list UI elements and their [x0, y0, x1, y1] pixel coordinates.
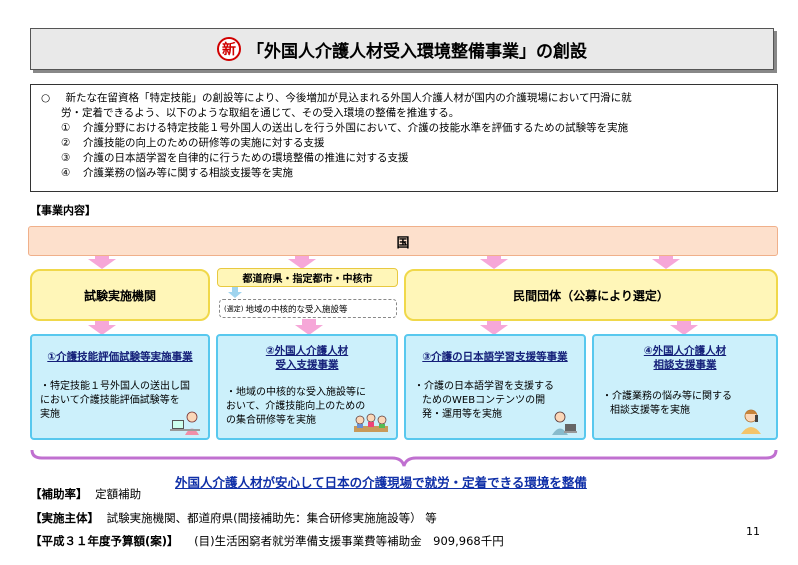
outcome-text: 外国人介護人材が安心して日本の介護現場で就労・定着できる環境を整備 [175, 475, 587, 490]
project-text: ・介護業務の悩み等に関する [602, 391, 732, 402]
page-number: 11 [746, 525, 760, 538]
page-title: 「外国人介護人材受入環境整備事業」の創設 [247, 41, 587, 62]
arrow-down [670, 321, 698, 335]
person-at-computer-icon [170, 408, 200, 436]
budget-row: 【平成３１年度予算額(案)】 (目)生活困窮者就労準備支援事業費等補助金 909… [30, 533, 504, 549]
new-badge: 新 [217, 37, 241, 61]
intro-item: ① 介護分野における特定技能１号外国人の送出しを行う外国において、介護の技能水準を… [61, 122, 629, 134]
intro-item: ④ 介護業務の悩み等に関する相談支援等を実施 [61, 167, 293, 179]
intro-box: ○ 新たな在留資格「特定技能」の創設等により、今後増加が見込まれる外国人介護人材… [30, 84, 778, 192]
subsidy-rate-row: 【補助率】 定額補助 [30, 486, 141, 502]
kuni-box: 国 [28, 226, 778, 256]
arrow-down [88, 256, 116, 269]
project-text: ・介護の日本語学習を支援する [414, 381, 554, 392]
intro-item: ② 介護技能の向上のための研修等の実施に対する支援 [61, 137, 325, 149]
title-box: 新 「外国人介護人材受入環境整備事業」の創設 [30, 28, 774, 70]
actor-label: 【実施主体】 [30, 511, 99, 525]
subsidy-rate-label: 【補助率】 [30, 487, 88, 501]
person-on-phone-icon [736, 406, 766, 434]
project-box-3: ③介護の日本語学習支援等事業 ・介護の日本語学習を支援する ためのWEBコンテン… [404, 334, 586, 440]
intro-bullet: ○ [41, 92, 51, 104]
pref-box: 都道府県・指定都市・中核市 [217, 268, 398, 287]
project-box-4: ④外国人介護人材 相談支援事業 ・介護業務の悩み等に関する 相談支援等を実施 [592, 334, 778, 440]
project-text: ・地域の中核的な受入施設等に [226, 387, 366, 398]
project-text: において介護技能評価試験等を [40, 395, 180, 406]
arrow-down [480, 256, 508, 269]
arrow-down [295, 319, 323, 335]
group-training-icon [350, 410, 392, 438]
arrow-down [88, 321, 116, 335]
grouping-brace [30, 449, 778, 467]
subsidy-rate-value: 定額補助 [95, 487, 142, 501]
person-with-laptop-icon [548, 408, 578, 436]
project-title: ④外国人介護人材 相談支援事業 [643, 345, 727, 371]
actor-value: 試験実施機関、都道府県(間接補助先：集合研修実施施設等） 等 [106, 511, 437, 525]
project-text: ・特定技能１号外国人の送出し国 [40, 381, 190, 392]
test-org-box: 試験実施機関 [30, 269, 210, 321]
private-org-box: 民間団体（公募により選定） [404, 269, 778, 321]
intro-line-2: 労・定着できるよう、以下のような取組を通じて、その受入環境の整備を推進する。 [61, 107, 460, 119]
project-box-2: ②外国人介護人材 受入支援事業 ・地域の中核的な受入施設等に おいて、介護技能向… [216, 334, 398, 440]
project-text: ためのWEBコンテンツの開 [422, 395, 546, 406]
section-label: 【事業内容】 [30, 204, 96, 217]
project-title: ③介護の日本語学習支援等事業 [422, 351, 568, 363]
budget-label: 【平成３１年度予算額(案)】 [30, 534, 179, 548]
arrow-down [652, 256, 680, 269]
intro-item: ③ 介護の日本語学習を自律的に行うための環境整備の推進に対する支援 [61, 152, 409, 164]
facility-box: (選定) 地域の中核的な受入施設等 [219, 299, 397, 318]
budget-value: (目)生活困窮者就労準備支援事業費等補助金 909,968千円 [194, 534, 504, 548]
actor-row: 【実施主体】 試験実施機関、都道府県(間接補助先：集合研修実施施設等） 等 [30, 510, 437, 526]
intro-line-1: 新たな在留資格「特定技能」の創設等により、今後増加が見込まれる外国人介護人材が国… [65, 92, 632, 104]
arrow-down [480, 321, 508, 335]
small-arrow-head [228, 292, 242, 298]
project-box-1: ①介護技能評価試験等実施事業 ・特定技能１号外国人の送出し国 において介護技能評… [30, 334, 210, 440]
project-title: ②外国人介護人材 受入支援事業 [265, 345, 349, 371]
project-title: ①介護技能評価試験等実施事業 [47, 351, 193, 363]
